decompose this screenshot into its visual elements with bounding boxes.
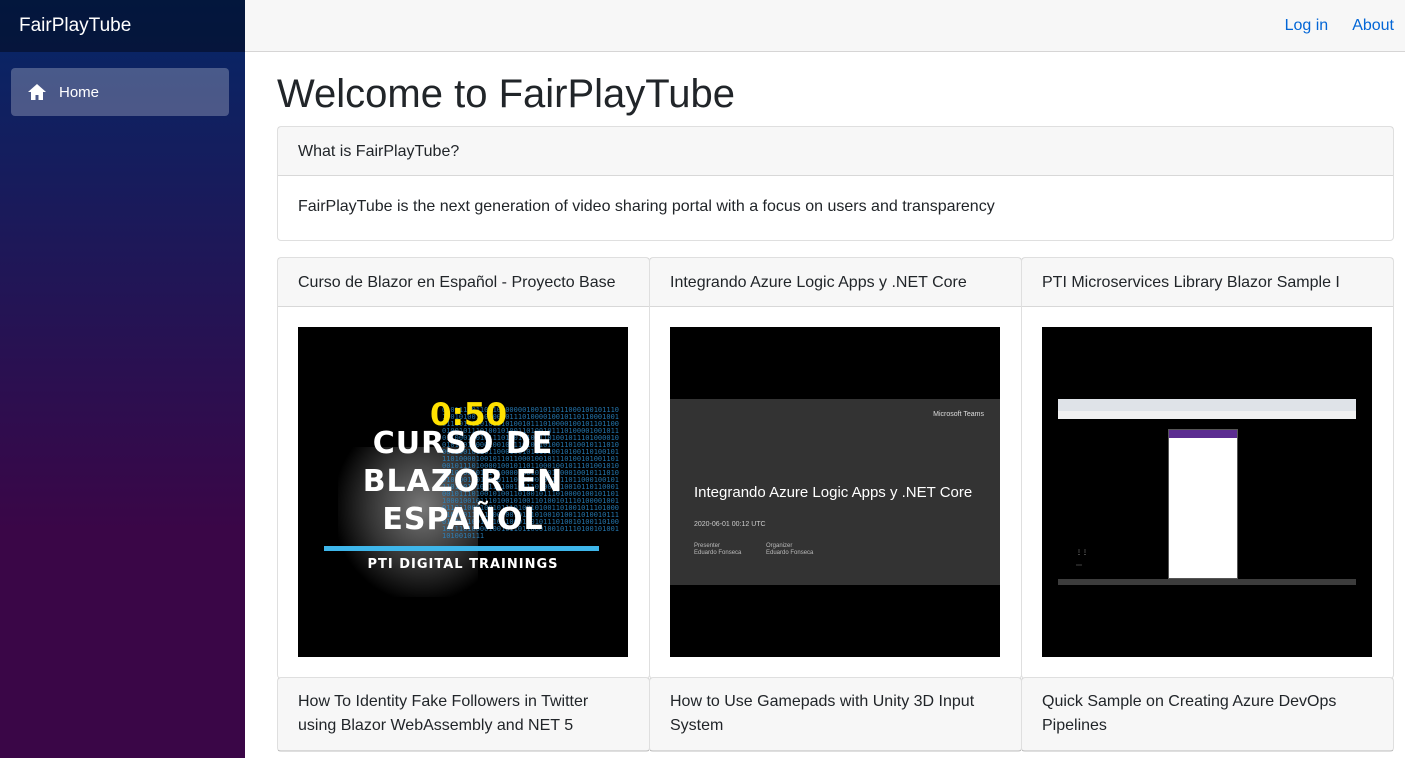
video-card[interactable]: PTI Microservices Library Blazor Sample …	[1021, 257, 1394, 679]
video-card-title[interactable]: PTI Microservices Library Blazor Sample …	[1022, 258, 1393, 307]
thumbnail-slide: Microsoft Teams Integrando Azure Logic A…	[670, 399, 1000, 585]
video-card-title[interactable]: Quick Sample on Creating Azure DevOps Pi…	[1022, 678, 1393, 751]
video-thumbnail[interactable]: 0101110011011010000010010110110001001011…	[298, 327, 628, 657]
video-card-body: ⋮⋮ ⋯	[1022, 307, 1393, 678]
presenter-label: Presenter	[694, 543, 721, 549]
video-card[interactable]: How to Use Gamepads with Unity 3D Input …	[649, 677, 1022, 752]
intro-card: What is FairPlayTube? FairPlayTube is th…	[277, 126, 1394, 241]
thumbnail-divider	[324, 546, 599, 551]
thumbnail-subtitle: PTI DIGITAL TRAININGS	[367, 557, 559, 572]
video-thumbnail[interactable]: ⋮⋮ ⋯	[1042, 327, 1372, 657]
about-link[interactable]: About	[1352, 17, 1394, 35]
intro-card-header: What is FairPlayTube?	[278, 127, 1393, 176]
login-link[interactable]: Log in	[1285, 17, 1329, 35]
video-thumbnail[interactable]: Microsoft Teams Integrando Azure Logic A…	[670, 327, 1000, 657]
sidebar-item-label: Home	[59, 83, 100, 101]
video-card[interactable]: Quick Sample on Creating Azure DevOps Pi…	[1021, 677, 1394, 752]
thumbnail-title: Integrando Azure Logic Apps y .NET Core	[694, 484, 973, 501]
page-title: Welcome to FairPlayTube	[277, 72, 735, 116]
intro-card-body: FairPlayTube is the next generation of v…	[298, 198, 995, 215]
video-card-title[interactable]: Integrando Azure Logic Apps y .NET Core	[650, 258, 1021, 307]
sidebar: FairPlayTube Home	[0, 0, 245, 758]
thumbnail-presenter: Presenter Eduardo Fonseca	[694, 543, 741, 557]
sidebar-item-home[interactable]: Home	[11, 68, 229, 116]
organizer-label: Organizer	[766, 543, 793, 549]
video-card-body: 0101110011011010000010010110110001001011…	[278, 307, 649, 678]
thumbnail-title: CURSO DE BLAZOR EN ESPAÑOL	[362, 426, 564, 537]
phone-header	[1169, 430, 1237, 438]
brand-link[interactable]: FairPlayTube	[19, 15, 131, 37]
taskbar	[1058, 579, 1356, 585]
video-card[interactable]: How To Identity Fake Followers in Twitte…	[277, 677, 650, 752]
thumbnail-date: 2020-06-01 00:12 UTC	[694, 521, 766, 528]
video-card[interactable]: Curso de Blazor en Español - Proyecto Ba…	[277, 257, 650, 679]
dots-icon: ⋮⋮ ⋯	[1076, 550, 1088, 569]
home-icon	[28, 84, 46, 100]
video-card-body: Microsoft Teams Integrando Azure Logic A…	[650, 307, 1021, 678]
thumbnail-organizer: Organizer Eduardo Fonseca	[766, 543, 813, 557]
main-content: Welcome to FairPlayTube What is FairPlay…	[277, 52, 1394, 752]
thumbnail-brand: Microsoft Teams	[933, 411, 984, 418]
video-card-title[interactable]: How To Identity Fake Followers in Twitte…	[278, 678, 649, 751]
brand-bar: FairPlayTube	[0, 0, 245, 52]
top-row: Log in About	[245, 0, 1405, 52]
phone-emulator	[1168, 429, 1238, 579]
video-card-title[interactable]: How to Use Gamepads with Unity 3D Input …	[650, 678, 1021, 751]
browser-bookmarks-bar	[1058, 411, 1356, 419]
video-card-title[interactable]: Curso de Blazor en Español - Proyecto Ba…	[278, 258, 649, 307]
thumbnail-screen-capture: ⋮⋮ ⋯	[1058, 399, 1356, 585]
organizer-name: Eduardo Fonseca	[766, 550, 814, 556]
presenter-name: Eduardo Fonseca	[694, 550, 742, 556]
video-card[interactable]: Integrando Azure Logic Apps y .NET Core …	[649, 257, 1022, 679]
